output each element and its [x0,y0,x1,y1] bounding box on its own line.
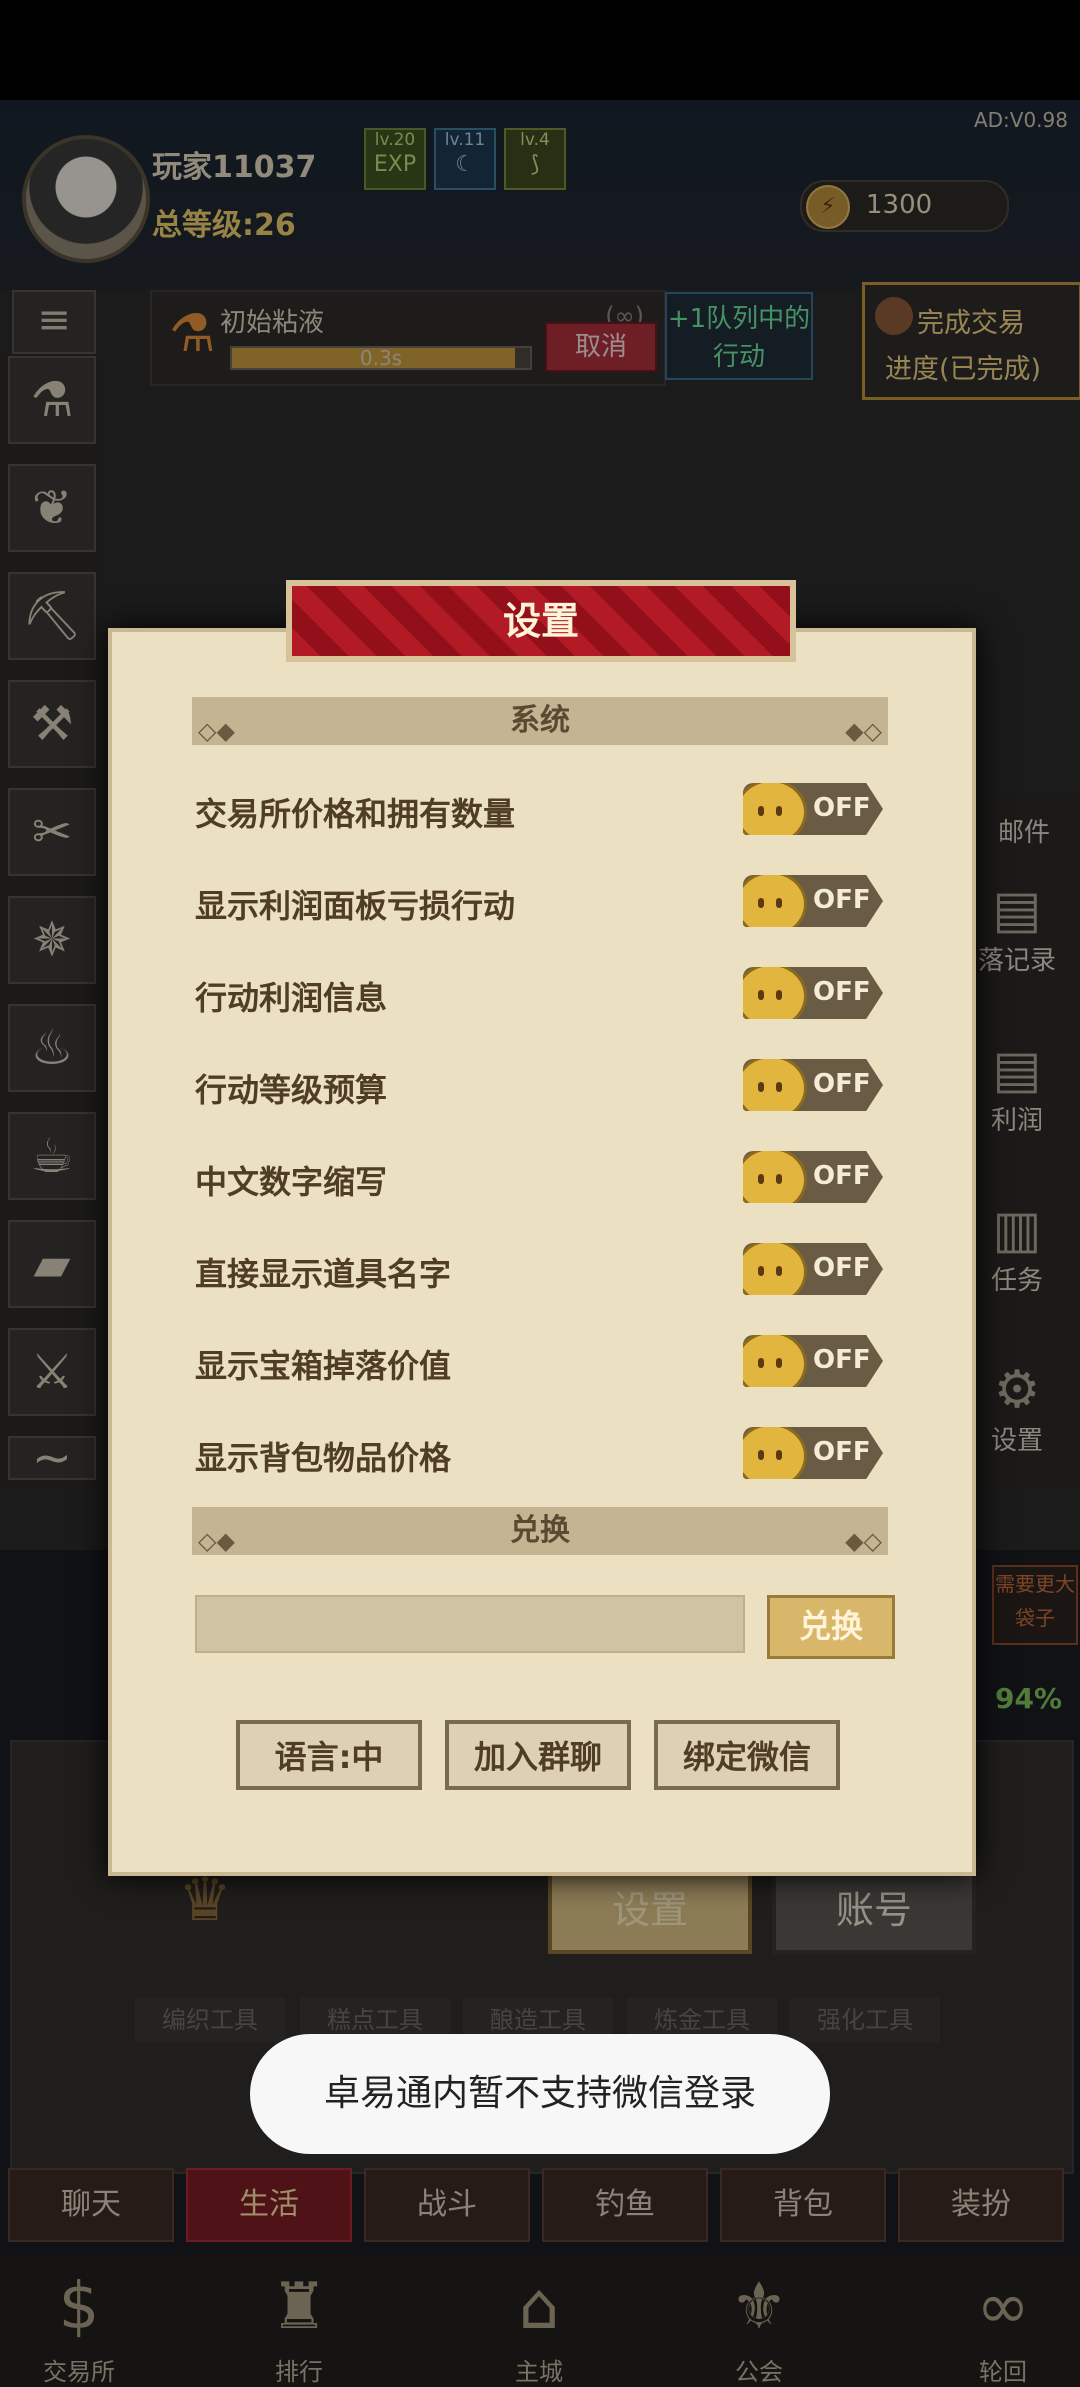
redeem-code-input[interactable] [195,1595,745,1653]
diamond-right-icon: ◆◇ [845,717,882,745]
toggle-state: OFF [813,793,871,823]
toggle-switch[interactable]: OFF [743,875,883,927]
setting-label: 显示利润面板亏损行动 [195,887,516,925]
setting-row: 中文数字缩写 OFF [195,1147,895,1207]
toggle-knob-icon [743,1243,807,1295]
join-group-button[interactable]: 加入群聊 [445,1720,631,1790]
toggle-switch[interactable]: OFF [743,967,883,1019]
toggle-state: OFF [813,885,871,915]
language-button[interactable]: 语言:中 [236,1720,422,1790]
setting-label: 直接显示道具名字 [195,1255,452,1293]
section-redeem: ◇◆ 兑换 ◆◇ [192,1507,888,1555]
toggle-switch[interactable]: OFF [743,1335,883,1387]
setting-label: 行动利润信息 [195,979,388,1017]
redeem-button[interactable]: 兑换 [767,1595,895,1659]
toggle-state: OFF [813,1437,871,1467]
setting-label: 交易所价格和拥有数量 [195,795,516,833]
toggle-switch[interactable]: OFF [743,1151,883,1203]
setting-label: 显示宝箱掉落价值 [195,1347,452,1385]
toggle-state: OFF [813,1345,871,1375]
setting-row: 行动等级预算 OFF [195,1055,895,1115]
setting-row: 交易所价格和拥有数量 OFF [195,779,895,839]
setting-row: 直接显示道具名字 OFF [195,1239,895,1299]
section-system: ◇◆ 系统 ◆◇ [192,697,888,745]
setting-row: 显示宝箱掉落价值 OFF [195,1331,895,1391]
toggle-state: OFF [813,1069,871,1099]
toggle-knob-icon [743,1335,807,1387]
setting-label: 行动等级预算 [195,1071,388,1109]
toggle-knob-icon [743,875,807,927]
toggle-switch[interactable]: OFF [743,783,883,835]
bind-wechat-button[interactable]: 绑定微信 [654,1720,840,1790]
section-system-label: 系统 [510,703,570,738]
section-redeem-label: 兑换 [510,1513,570,1548]
toggle-knob-icon [743,1427,807,1479]
toggle-knob-icon [743,967,807,1019]
toggle-switch[interactable]: OFF [743,1427,883,1479]
toggle-state: OFF [813,1253,871,1283]
setting-label: 显示背包物品价格 [195,1439,452,1477]
setting-label: 中文数字缩写 [195,1163,388,1201]
diamond-left-icon: ◇◆ [198,717,235,745]
toast-message: 卓易通内暂不支持微信登录 [250,2034,830,2154]
toggle-switch[interactable]: OFF [743,1243,883,1295]
setting-row: 显示背包物品价格 OFF [195,1423,895,1483]
toggle-switch[interactable]: OFF [743,1059,883,1111]
toggle-state: OFF [813,1161,871,1191]
toggle-state: OFF [813,977,871,1007]
modal-title-banner: 设置 [286,580,796,662]
modal-title: 设置 [502,599,579,643]
toggle-knob-icon [743,1151,807,1203]
toggle-knob-icon [743,783,807,835]
setting-row: 显示利润面板亏损行动 OFF [195,871,895,931]
toggle-knob-icon [743,1059,807,1111]
diamond-right-icon: ◆◇ [845,1527,882,1555]
diamond-left-icon: ◇◆ [198,1527,235,1555]
setting-row: 行动利润信息 OFF [195,963,895,1023]
